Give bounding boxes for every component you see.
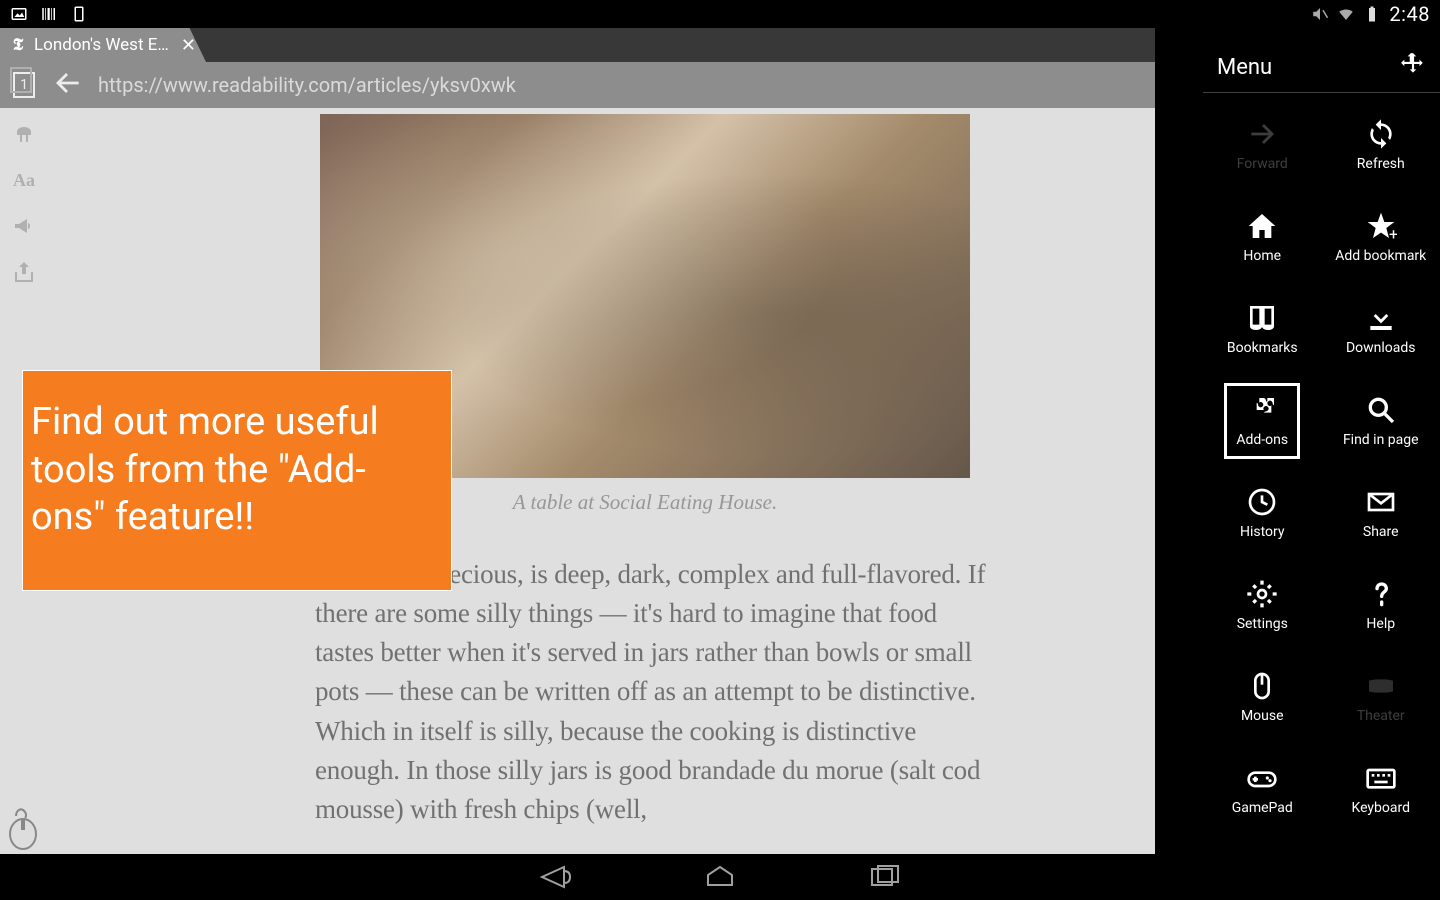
menu-grid: Forward Refresh Home + Add bookmark Bookmarks… <box>1203 93 1440 835</box>
tutorial-callout: Find out more useful tools from the "Add… <box>22 370 452 591</box>
menu-item-history[interactable]: History <box>1203 467 1322 559</box>
tab-title: London's West E… <box>34 35 169 55</box>
mail-icon <box>1365 486 1397 518</box>
wifi-icon <box>1337 5 1355 23</box>
move-icon[interactable] <box>1400 51 1426 83</box>
menu-item-label: Downloads <box>1346 340 1416 356</box>
device-notification-icon <box>70 5 88 23</box>
menu-item-mouse[interactable]: Mouse <box>1203 651 1322 743</box>
theater-icon <box>1365 670 1397 702</box>
reader-sidebar: Aa <box>0 108 48 284</box>
android-nav-bar <box>0 854 1440 900</box>
menu-item-label: Refresh <box>1357 156 1405 172</box>
megaphone-icon[interactable] <box>12 214 36 238</box>
tabs-button[interactable]: 1 <box>10 67 38 103</box>
puzzle-icon <box>1246 394 1278 426</box>
menu-item-label: Settings <box>1237 616 1288 632</box>
menu-item-gamepad[interactable]: GamePad <box>1203 743 1322 835</box>
mouse-icon <box>1246 670 1278 702</box>
android-status-bar: 2:48 <box>0 0 1440 28</box>
menu-item-theater[interactable]: Theater <box>1322 651 1440 743</box>
menu-item-help[interactable]: Help <box>1322 559 1440 651</box>
nav-recents-button[interactable] <box>868 863 904 891</box>
callout-text: Find out more useful tools from the "Add… <box>31 400 379 539</box>
download-icon <box>1365 302 1397 334</box>
keyboard-icon <box>1365 762 1397 794</box>
mute-icon <box>1311 5 1329 23</box>
url-input[interactable]: https://www.readability.com/articles/yks… <box>98 73 516 97</box>
menu-item-find-in-page[interactable]: Find in page <box>1322 375 1440 467</box>
menu-header: Menu <box>1203 42 1440 92</box>
menu-item-label: Add-ons <box>1236 432 1288 448</box>
status-right-icons: 2:48 <box>1311 2 1430 26</box>
refresh-icon <box>1365 118 1397 150</box>
menu-item-label: Home <box>1243 248 1281 264</box>
article-paragraph: , not at all precious, is deep, dark, co… <box>315 555 995 829</box>
browser-url-bar: 1 https://www.readability.com/articles/y… <box>0 62 1155 108</box>
menu-item-forward[interactable]: Forward <box>1203 99 1322 191</box>
readability-chair-icon[interactable] <box>12 122 36 146</box>
browser-menu-panel: Menu Forward Refresh Home + Add bookmark Book… <box>1203 42 1440 854</box>
tab-close-button[interactable]: ✕ <box>181 35 196 56</box>
menu-title: Menu <box>1217 55 1272 80</box>
gamepad-icon <box>1246 762 1278 794</box>
star-plus-icon: + <box>1365 210 1397 242</box>
help-icon <box>1365 578 1397 610</box>
menu-item-keyboard[interactable]: Keyboard <box>1322 743 1440 835</box>
nav-home-button[interactable] <box>702 863 738 891</box>
menu-item-label: Mouse <box>1241 708 1284 724</box>
menu-item-label: Help <box>1366 616 1395 632</box>
nyt-favicon: 𝕿 <box>10 37 26 53</box>
nav-back-button[interactable] <box>536 863 572 891</box>
battery-icon <box>1363 5 1381 23</box>
menu-item-label: GamePad <box>1232 800 1293 816</box>
book-icon <box>1246 302 1278 334</box>
menu-item-label: Bookmarks <box>1227 340 1298 356</box>
menu-item-label: Keyboard <box>1351 800 1410 816</box>
menu-item-home[interactable]: Home <box>1203 191 1322 283</box>
menu-item-label: Find in page <box>1343 432 1419 448</box>
menu-item-downloads[interactable]: Downloads <box>1322 283 1440 375</box>
gear-icon <box>1246 578 1278 610</box>
home-icon <box>1246 210 1278 242</box>
clock-icon <box>1246 486 1278 518</box>
menu-item-share[interactable]: Share <box>1322 467 1440 559</box>
export-icon[interactable] <box>12 260 36 284</box>
menu-item-bookmarks[interactable]: Bookmarks <box>1203 283 1322 375</box>
menu-item-add-bookmark[interactable]: + Add bookmark <box>1322 191 1440 283</box>
browser-tab[interactable]: 𝕿 London's West E… ✕ <box>0 28 206 62</box>
barcode-notification-icon <box>40 5 58 23</box>
svg-text:+: + <box>1389 224 1397 242</box>
menu-item-label: History <box>1240 524 1285 540</box>
menu-item-label: Share <box>1363 524 1399 540</box>
status-clock: 2:48 <box>1389 2 1430 26</box>
search-icon <box>1365 394 1397 426</box>
mouse-widget[interactable] <box>6 806 40 850</box>
menu-item-add-ons[interactable]: Add-ons <box>1219 378 1305 464</box>
status-left-icons <box>10 5 88 23</box>
menu-item-label: Add bookmark <box>1335 248 1426 264</box>
menu-item-refresh[interactable]: Refresh <box>1322 99 1440 191</box>
menu-item-label: Theater <box>1357 708 1405 724</box>
menu-item-label: Forward <box>1237 156 1288 172</box>
image-notification-icon <box>10 5 28 23</box>
menu-item-settings[interactable]: Settings <box>1203 559 1322 651</box>
font-size-icon[interactable]: Aa <box>12 168 36 192</box>
forward-icon <box>1246 118 1278 150</box>
back-button[interactable] <box>52 67 84 103</box>
